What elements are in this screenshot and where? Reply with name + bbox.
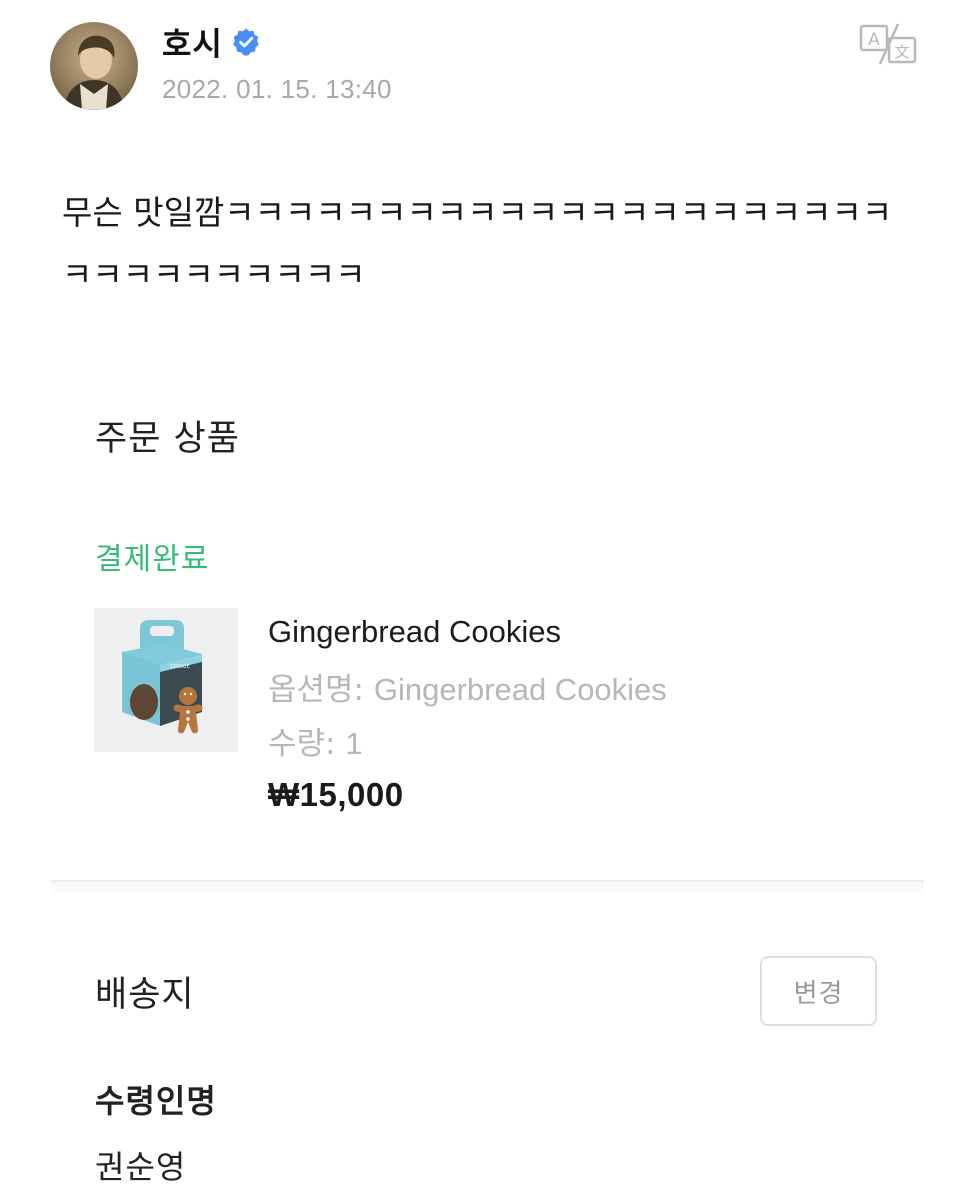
order-section-title: 주문 상품 (95, 419, 240, 459)
product-price: ₩15,000 (268, 776, 404, 813)
change-address-button[interactable]: 변경 (760, 956, 877, 1026)
product-thumbnail[interactable]: COOKIE (94, 608, 238, 752)
post-body-text: 무슨 맛일깜ㅋㅋㅋㅋㅋㅋㅋㅋㅋㅋㅋㅋㅋㅋㅋㅋㅋㅋㅋㅋㅋㅋㅋㅋㅋㅋㅋㅋㅋㅋㅋㅋ (62, 193, 893, 294)
option-value: Gingerbread Cookies (373, 672, 667, 707)
profile-avatar[interactable] (50, 22, 138, 110)
recipient-name: 권순영 (95, 1148, 187, 1186)
option-label: 옵션명: (268, 672, 374, 708)
translate-icon: A 文 (859, 23, 917, 65)
svg-text:文: 文 (894, 43, 909, 61)
quantity-label: 수량: (268, 726, 346, 762)
order-status-badge: 결제완료 (95, 542, 210, 577)
section-divider-shadow (50, 882, 924, 898)
product-quantity: 수량: 1 (268, 718, 363, 763)
translate-button[interactable]: A 文 (858, 22, 920, 66)
product-option: 옵션명: Gingerbread Cookies (268, 664, 667, 709)
author-name[interactable]: 호시 (162, 19, 223, 65)
svg-text:COOKIE: COOKIE (170, 664, 189, 670)
quantity-value: 1 (345, 726, 363, 761)
shipping-section-title: 배송지 (95, 975, 195, 1015)
author-row: 호시 (162, 20, 261, 64)
gingerbread-box-image: COOKIE (94, 608, 238, 752)
avatar-photo (50, 22, 138, 110)
svg-text:A: A (868, 30, 880, 50)
product-name[interactable]: Gingerbread Cookies (268, 614, 561, 650)
recipient-label: 수령인명 (95, 1082, 217, 1120)
post-timestamp: 2022. 01. 15. 13:40 (162, 74, 392, 104)
verified-badge-icon (231, 27, 261, 57)
